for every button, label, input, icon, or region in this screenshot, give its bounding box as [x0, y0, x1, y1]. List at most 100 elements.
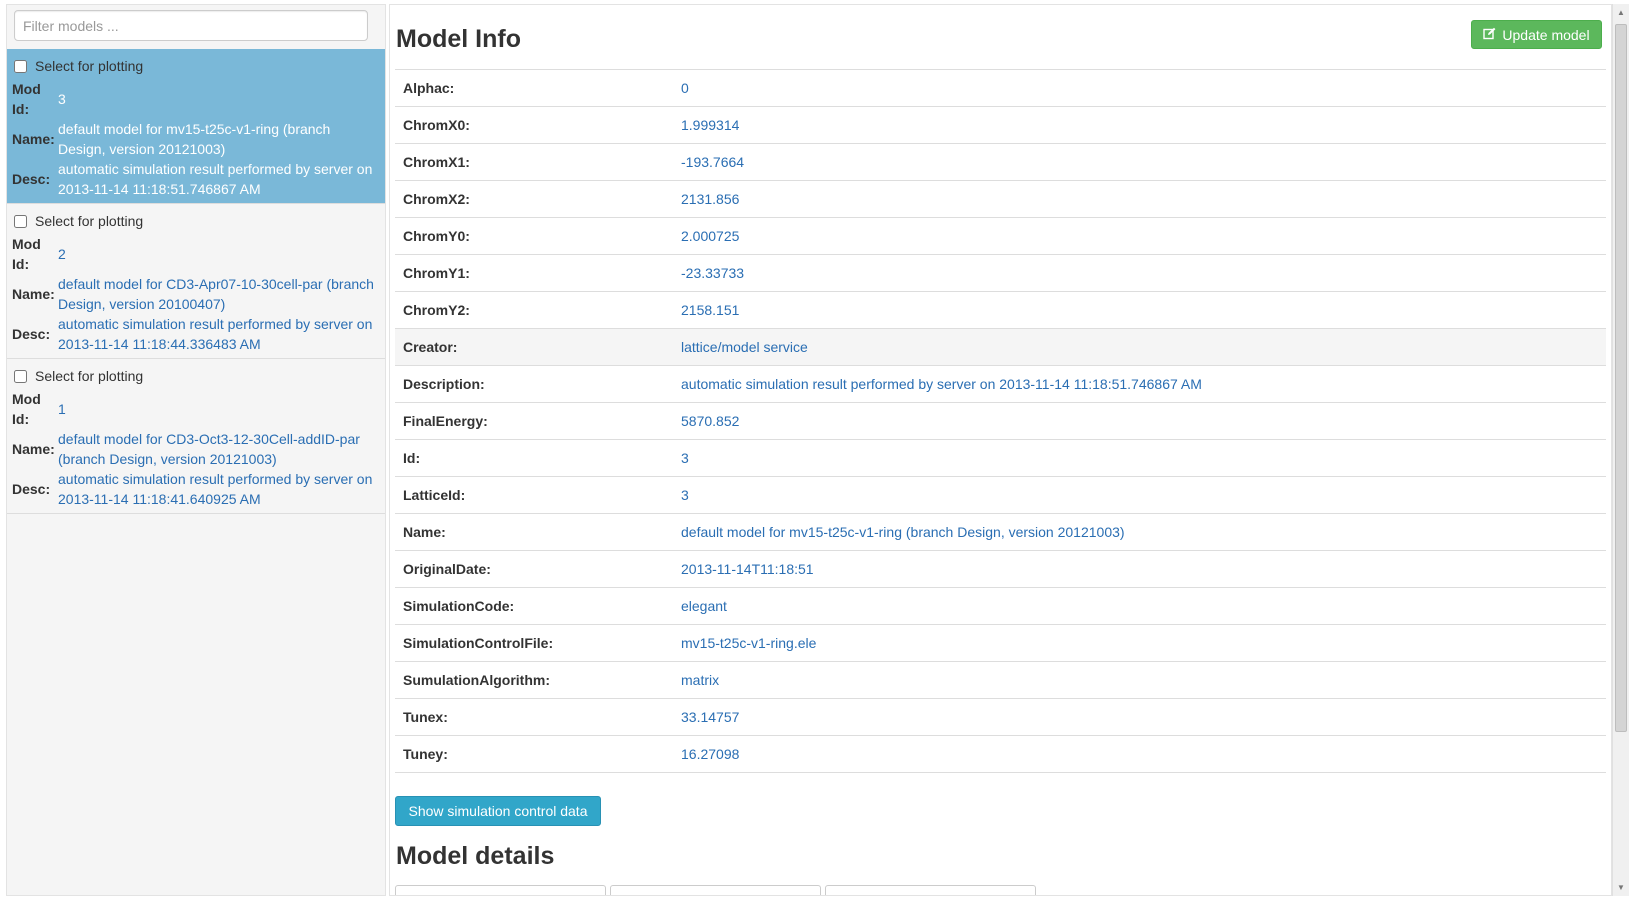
- info-value: 16.27098: [681, 746, 740, 762]
- info-row: Description: automatic simulation result …: [395, 365, 1606, 403]
- model-info-panel: Model Info Update model Alphac: 0 ChromX0:…: [389, 4, 1612, 896]
- info-key: Creator:: [403, 339, 458, 355]
- info-row: Alphac: 0: [395, 69, 1606, 107]
- select-for-plotting-checkbox[interactable]: [14, 59, 27, 73]
- model-details-title: Model details: [396, 842, 555, 870]
- info-value: 3: [681, 487, 689, 503]
- info-key: ChromY0:: [403, 228, 470, 244]
- info-value: 2.000725: [681, 228, 740, 244]
- info-key: Alphac:: [403, 80, 455, 96]
- mod-id-label: Mod Id:: [12, 391, 41, 427]
- desc-label: Desc:: [12, 171, 51, 187]
- info-value: 33.14757: [681, 709, 740, 725]
- model-list-panel: Select for plotting Mod Id: 3 Name: defa…: [6, 4, 386, 896]
- name-label: Name:: [12, 441, 55, 457]
- model-desc-value: automatic simulation result performed by…: [58, 161, 373, 197]
- info-row: ChromY1: -23.33733: [395, 254, 1606, 292]
- info-key: ChromY1:: [403, 265, 470, 281]
- info-key: FinalEnergy:: [403, 413, 488, 429]
- info-value: 5870.852: [681, 413, 740, 429]
- info-value: 2131.856: [681, 191, 740, 207]
- select-for-plotting-checkbox[interactable]: [14, 214, 27, 228]
- info-row: OriginalDate: 2013-11-14T11:18:51: [395, 550, 1606, 588]
- edit-icon: [1483, 27, 1496, 43]
- details-tab-stub[interactable]: [395, 885, 606, 895]
- info-value: 1.999314: [681, 117, 740, 133]
- info-key: ChromX1:: [403, 154, 470, 170]
- model-list-item[interactable]: Select for plotting Mod Id: 1 Name: defa…: [7, 359, 385, 514]
- info-key: Tuney:: [403, 746, 448, 762]
- info-row: SumulationAlgorithm: matrix: [395, 661, 1606, 699]
- info-row: ChromX2: 2131.856: [395, 180, 1606, 218]
- model-name-value: default model for CD3-Apr07-10-30cell-pa…: [58, 276, 374, 312]
- model-list-item[interactable]: Select for plotting Mod Id: 2 Name: defa…: [7, 204, 385, 359]
- info-key: SumulationAlgorithm:: [403, 672, 550, 688]
- info-key: SimulationControlFile:: [403, 635, 554, 651]
- info-value: default model for mv15-t25c-v1-ring (bra…: [681, 524, 1125, 540]
- info-value: matrix: [681, 672, 720, 688]
- page-title: Model Info: [396, 25, 521, 53]
- info-key: LatticeId:: [403, 487, 466, 503]
- show-simulation-control-data-button[interactable]: Show simulation control data: [395, 796, 601, 826]
- select-for-plotting-label: Select for plotting: [35, 368, 144, 384]
- info-value: 2158.151: [681, 302, 740, 318]
- info-row: Name: default model for mv15-t25c-v1-ring…: [395, 513, 1606, 551]
- info-key: Tunex:: [403, 709, 448, 725]
- info-key: ChromX2:: [403, 191, 470, 207]
- info-row: ChromY0: 2.000725: [395, 217, 1606, 255]
- scroll-down-arrow-icon[interactable]: ▼: [1613, 879, 1629, 896]
- mod-id-value: 2: [58, 246, 66, 262]
- desc-label: Desc:: [12, 481, 51, 497]
- info-value: -23.33733: [681, 265, 745, 281]
- info-value: mv15-t25c-v1-ring.ele: [681, 635, 817, 651]
- info-key: SimulationCode:: [403, 598, 515, 614]
- info-key: OriginalDate:: [403, 561, 491, 577]
- info-key: ChromY2:: [403, 302, 470, 318]
- scrollbar-thumb[interactable]: [1615, 24, 1627, 732]
- info-row: ChromX1: -193.7664: [395, 143, 1606, 181]
- info-value: elegant: [681, 598, 727, 614]
- model-info-table: Alphac: 0 ChromX0: 1.999314 ChromX1: -193.766…: [395, 69, 1606, 773]
- info-value: 0: [681, 80, 689, 96]
- mod-id-label: Mod Id:: [12, 81, 41, 117]
- update-model-button[interactable]: Update model: [1471, 20, 1602, 49]
- details-tab-stub[interactable]: [610, 885, 821, 895]
- info-value: -193.7664: [681, 154, 745, 170]
- info-row: Tuney: 16.27098: [395, 735, 1606, 773]
- name-label: Name:: [12, 286, 55, 302]
- model-desc-value: automatic simulation result performed by…: [58, 316, 373, 352]
- info-row: ChromY2: 2158.151: [395, 291, 1606, 329]
- info-row: SimulationCode: elegant: [395, 587, 1606, 625]
- update-model-label: Update model: [1502, 26, 1590, 43]
- info-row: Creator: lattice/model service: [395, 328, 1606, 366]
- scroll-up-arrow-icon[interactable]: ▲: [1613, 4, 1629, 21]
- info-key: Description:: [403, 376, 485, 392]
- info-row: SimulationControlFile: mv15-t25c-v1-ring.…: [395, 624, 1606, 662]
- model-desc-value: automatic simulation result performed by…: [58, 471, 373, 507]
- name-label: Name:: [12, 131, 55, 147]
- info-row: LatticeId: 3: [395, 476, 1606, 514]
- info-value: automatic simulation result performed by…: [681, 376, 1202, 392]
- filter-models-input[interactable]: [14, 10, 368, 41]
- select-for-plotting-label: Select for plotting: [35, 213, 144, 229]
- details-tab-stub[interactable]: [825, 885, 1036, 895]
- info-key: ChromX0:: [403, 117, 470, 133]
- info-value: 3: [681, 450, 689, 466]
- page-scrollbar[interactable]: ▲ ▼: [1612, 4, 1629, 896]
- model-name-value: default model for mv15-t25c-v1-ring (bra…: [58, 121, 331, 157]
- info-row: Id: 3: [395, 439, 1606, 477]
- mod-id-value: 1: [58, 401, 66, 417]
- select-for-plotting-checkbox[interactable]: [14, 369, 27, 383]
- info-value: lattice/model service: [681, 339, 808, 355]
- model-name-value: default model for CD3-Oct3-12-30Cell-add…: [58, 431, 360, 467]
- info-row: ChromX0: 1.999314: [395, 106, 1606, 144]
- mod-id-label: Mod Id:: [12, 236, 41, 272]
- info-key: Name:: [403, 524, 446, 540]
- info-value: 2013-11-14T11:18:51: [681, 561, 814, 577]
- model-list-item[interactable]: Select for plotting Mod Id: 3 Name: defa…: [7, 49, 385, 204]
- mod-id-value: 3: [58, 91, 66, 107]
- desc-label: Desc:: [12, 326, 51, 342]
- info-row: FinalEnergy: 5870.852: [395, 402, 1606, 440]
- select-for-plotting-label: Select for plotting: [35, 58, 144, 74]
- info-key: Id:: [403, 450, 421, 466]
